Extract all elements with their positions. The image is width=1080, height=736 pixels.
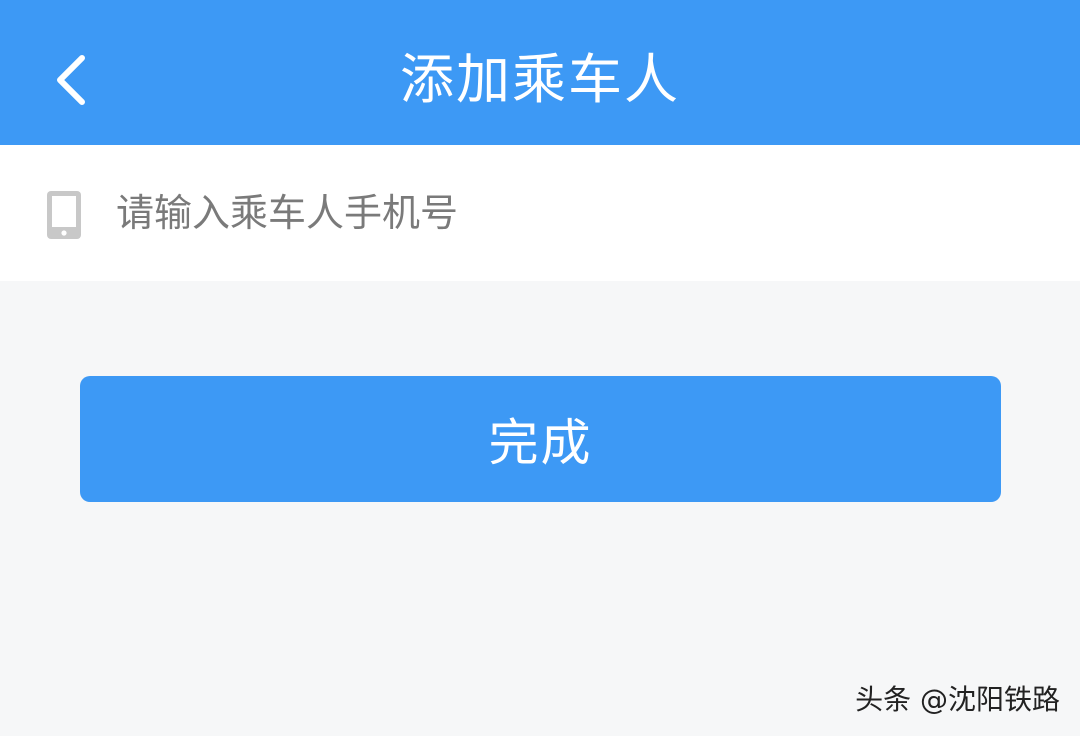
mobile-phone-icon	[47, 191, 81, 239]
page-title: 添加乘车人	[400, 48, 680, 111]
done-button[interactable]: 完成	[80, 376, 1001, 502]
top-app-bar: 添加乘车人	[0, 0, 1080, 145]
watermark-text: 头条 @沈阳铁路	[855, 683, 1060, 716]
phone-input-row	[0, 145, 1080, 281]
passenger-phone-input[interactable]	[116, 173, 1016, 253]
